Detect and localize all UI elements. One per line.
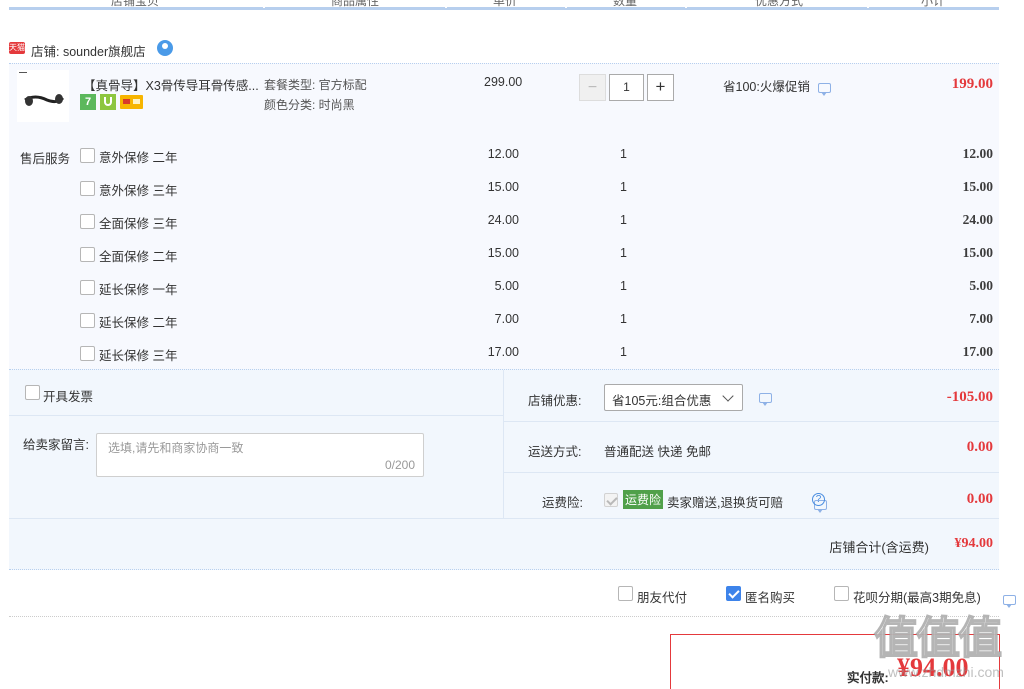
service-price: 24.00 bbox=[487, 213, 519, 227]
friend-pay-label: 朋友代付 bbox=[637, 591, 688, 605]
tmall-badge-icon: 天猫 bbox=[9, 42, 25, 54]
insurance-amount: 0.00 bbox=[966, 491, 993, 507]
service-subtotal: 15.00 bbox=[962, 245, 993, 260]
anonymous-checkbox[interactable] bbox=[726, 586, 741, 601]
insurance-label: 运费险: bbox=[542, 496, 583, 510]
product-attr-color: 颜色分类: 时尚黑 bbox=[264, 98, 355, 112]
table-header: 店铺宝贝 商品属性 单价 数量 优惠方式 小计 bbox=[9, 0, 999, 10]
promo-text: 省100:火爆促销 bbox=[723, 80, 810, 94]
service-price: 5.00 bbox=[494, 279, 519, 293]
header-col-promo: 优惠方式 bbox=[755, 0, 804, 8]
chevron-down-icon bbox=[722, 390, 734, 402]
credit-card-icon bbox=[120, 95, 143, 109]
service-subtotal: 17.00 bbox=[962, 344, 993, 359]
shipping-label: 运送方式: bbox=[528, 445, 582, 459]
service-qty: 1 bbox=[620, 213, 627, 227]
order-options-panel: 开具发票 给卖家留言: 选填,请先和商家协商一致 0/200 店铺优惠: 省10… bbox=[9, 369, 999, 570]
friend-pay-checkbox[interactable] bbox=[618, 586, 633, 601]
service-row: 延长保修 二年 7.00 1 7.00 bbox=[9, 304, 1009, 337]
service-row: 延长保修 一年 5.00 1 5.00 bbox=[9, 271, 1009, 304]
discount-amount: -105.00 bbox=[946, 389, 993, 405]
service-qty: 1 bbox=[620, 312, 627, 326]
help-icon[interactable]: ? bbox=[812, 493, 825, 506]
product-attr-package: 套餐类型: 官方标配 bbox=[264, 78, 367, 92]
payment-summary-box: 实付款: ¥94.00 bbox=[670, 634, 1000, 689]
invoice-label: 开具发票 bbox=[43, 390, 94, 404]
message-placeholder: 选填,请先和商家协商一致 bbox=[108, 441, 244, 455]
service-price: 12.00 bbox=[487, 147, 519, 161]
huabei-message-icon[interactable] bbox=[1003, 595, 1017, 608]
huabei-label: 花呗分期(最高3期免息) bbox=[853, 591, 981, 605]
product-subtotal: 199.00 bbox=[951, 76, 993, 92]
header-col-subtotal: 小计 bbox=[921, 0, 946, 8]
shipping-method: 普通配送 快递 免邮 bbox=[604, 445, 711, 459]
shop-row: 天猫 店铺: sounder旗舰店 bbox=[9, 40, 309, 60]
service-qty: 1 bbox=[620, 345, 627, 359]
header-col-attr: 商品属性 bbox=[331, 0, 380, 8]
invoice-row: 开具发票 bbox=[9, 370, 503, 416]
service-price: 15.00 bbox=[487, 246, 519, 260]
message-char-counter: 0/200 bbox=[384, 458, 415, 472]
quantity-decrease-button[interactable]: − bbox=[579, 74, 606, 101]
service-qty: 1 bbox=[620, 279, 627, 293]
anonymous-label: 匿名购买 bbox=[745, 591, 796, 605]
service-price: 7.00 bbox=[494, 312, 519, 326]
service-subtotal: 15.00 bbox=[962, 179, 993, 194]
warranty-icon bbox=[100, 94, 116, 110]
service-row: 延长保修 三年 17.00 1 17.00 bbox=[9, 337, 1009, 370]
service-price: 17.00 bbox=[487, 345, 519, 359]
service-qty: 1 bbox=[620, 180, 627, 194]
wangwang-chat-icon[interactable] bbox=[157, 40, 173, 56]
quantity-input[interactable]: 1 bbox=[609, 74, 644, 101]
promo-message-icon[interactable] bbox=[818, 83, 831, 96]
insurance-row: 运费险: 运费险 卖家赠送,退换货可赔 ? 0.00 bbox=[504, 473, 999, 518]
quantity-increase-button[interactable]: + bbox=[647, 74, 674, 101]
service-qty: 1 bbox=[620, 246, 627, 260]
insurance-desc: 卖家赠送,退换货可赔 bbox=[667, 496, 783, 510]
discount-select-value: 省105元:组合优惠 bbox=[612, 394, 712, 408]
header-col-price: 单价 bbox=[493, 0, 518, 8]
service-subtotal: 5.00 bbox=[969, 278, 993, 293]
shop-total-label: 店铺合计(含运费) bbox=[829, 540, 929, 555]
header-col-item: 店铺宝贝 bbox=[111, 0, 160, 8]
seven-day-return-icon: 7 bbox=[80, 94, 96, 110]
service-subtotal: 7.00 bbox=[969, 311, 993, 326]
payment-options: 朋友代付 匿名购买 花呗分期(最高3期免息) bbox=[9, 571, 1017, 617]
service-price: 15.00 bbox=[487, 180, 519, 194]
message-label: 给卖家留言: bbox=[23, 438, 89, 452]
shop-name-link[interactable]: 店铺: sounder旗舰店 bbox=[31, 41, 146, 60]
product-title-link[interactable]: 【真骨导】X3骨传导耳骨传感... bbox=[83, 75, 259, 94]
service-list: 意外保修 二年 12.00 1 12.00 意外保修 三年 15.00 1 15.00 全面保修… bbox=[9, 139, 999, 370]
header-col-qty: 数量 bbox=[613, 0, 638, 8]
discount-label: 店铺优惠: bbox=[528, 394, 582, 408]
shop-total-value: ¥94.00 bbox=[954, 536, 994, 551]
service-row: 全面保修 二年 15.00 1 15.00 bbox=[9, 238, 1009, 271]
insurance-tag: 运费险 bbox=[623, 490, 664, 509]
shipping-amount: 0.00 bbox=[966, 439, 993, 455]
service-row: 意外保修 二年 12.00 1 12.00 bbox=[9, 139, 1009, 172]
discount-select[interactable]: 省105元:组合优惠 bbox=[604, 384, 743, 411]
service-row: 意外保修 三年 15.00 1 15.00 bbox=[9, 172, 1009, 205]
shop-total-row: 店铺合计(含运费) ¥94.00 bbox=[9, 518, 999, 570]
shipping-row: 运送方式: 普通配送 快递 免邮 0.00 bbox=[504, 422, 999, 473]
seller-message-input[interactable]: 选填,请先和商家协商一致 0/200 bbox=[96, 433, 424, 477]
product-thumbnail[interactable] bbox=[17, 70, 69, 122]
payment-value: ¥94.00 bbox=[897, 653, 969, 682]
service-subtotal: 24.00 bbox=[962, 212, 993, 227]
service-qty: 1 bbox=[620, 147, 627, 161]
invoice-checkbox[interactable] bbox=[25, 385, 40, 400]
insurance-checkbox bbox=[604, 493, 618, 507]
discount-message-icon[interactable] bbox=[759, 393, 772, 406]
huabei-checkbox[interactable] bbox=[834, 586, 849, 601]
discount-row: 店铺优惠: 省105元:组合优惠 -105.00 bbox=[504, 370, 999, 422]
service-row: 全面保修 三年 24.00 1 24.00 bbox=[9, 205, 1009, 238]
payment-label: 实付款: bbox=[847, 671, 889, 685]
product-unit-price: 299.00 bbox=[484, 75, 523, 89]
service-subtotal: 12.00 bbox=[962, 146, 993, 161]
